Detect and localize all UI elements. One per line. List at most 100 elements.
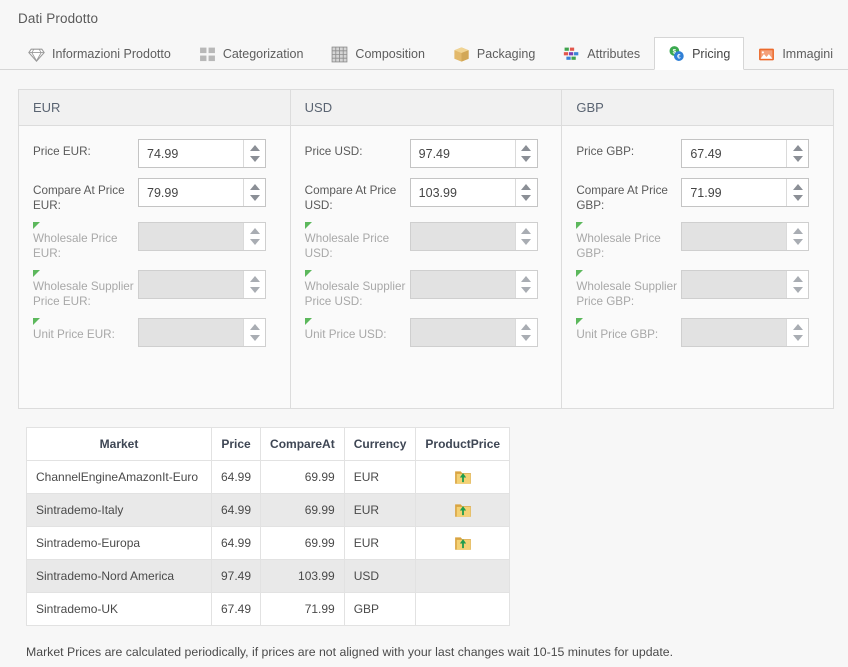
cell-product-price[interactable]: [415, 460, 511, 494]
spinner-down-icon[interactable]: [792, 195, 803, 201]
spinner-value[interactable]: 97.49: [411, 140, 515, 167]
spinner-buttons: [243, 319, 265, 346]
table-row: Sintrademo-Nord America 97.49 103.99 USD: [26, 559, 511, 593]
cell-compare-at: 69.99: [260, 493, 345, 527]
cell-currency: EUR: [343, 526, 417, 560]
spinner-up-icon: [521, 324, 532, 330]
spinner-buttons: [786, 319, 809, 346]
field-label-text: Wholesale Supplier Price EUR:: [33, 280, 134, 308]
cell-market: ChannelEngineAmazonIt-Euro: [26, 460, 212, 494]
cell-price: 97.49: [210, 559, 262, 593]
spinner-compare-at-price-usd[interactable]: 103.99: [409, 178, 538, 207]
cell-currency: EUR: [343, 460, 417, 494]
cell-price: 64.99: [210, 460, 262, 494]
inherited-flag-icon: [576, 270, 584, 277]
field-label: Price GBP:: [576, 139, 681, 160]
spinner-up-icon: [249, 228, 260, 234]
spinner-up-icon[interactable]: [249, 184, 260, 190]
spinner-down-icon: [249, 335, 260, 341]
field-label-text: Compare At Price EUR:: [33, 184, 125, 212]
spinner-buttons[interactable]: [514, 140, 537, 167]
spinner-buttons[interactable]: [786, 179, 809, 206]
panel-body: Price USD: 97.49 Compare At Price USD: 103.…: [291, 126, 562, 408]
spinner-buttons[interactable]: [514, 179, 537, 206]
cell-product-price[interactable]: [415, 493, 511, 527]
tab-attributes[interactable]: Attributes: [549, 37, 654, 70]
spinner-up-icon[interactable]: [249, 145, 260, 151]
market-table-header-row: Market Price CompareAt Currency ProductPrice: [26, 427, 511, 461]
tab-strip: Informazioni Prodotto Categorization Compo…: [0, 37, 848, 70]
spinner-value: [139, 271, 243, 298]
spinner-up-icon[interactable]: [521, 184, 532, 190]
spinner-compare-at-price-gbp[interactable]: 71.99: [681, 178, 810, 207]
spinner-unit-price-eur: [138, 318, 266, 347]
spinner-value[interactable]: 67.49: [682, 140, 786, 167]
tab-composition[interactable]: Composition: [317, 37, 438, 70]
spinner-up-icon: [792, 276, 803, 282]
spinner-down-icon[interactable]: [249, 195, 260, 201]
field-wholesale-supplier-price-gbp: Wholesale Supplier Price GBP:: [576, 270, 821, 309]
cell-market: Sintrademo-Nord America: [26, 559, 212, 593]
spinner-value[interactable]: 74.99: [139, 140, 243, 167]
tab-packaging[interactable]: Packaging: [439, 37, 549, 70]
field-label: Compare At Price GBP:: [576, 178, 681, 213]
field-wholesale-price-eur: Wholesale Price EUR:: [33, 222, 278, 261]
spinner-up-icon: [249, 324, 260, 330]
spinner-buttons: [514, 223, 537, 250]
tab-label: Pricing: [692, 46, 731, 61]
spinner-down-icon: [792, 287, 803, 293]
spinner-price-usd[interactable]: 97.49: [409, 139, 538, 168]
spinner-price-eur[interactable]: 74.99: [138, 139, 266, 168]
spinner-down-icon[interactable]: [792, 156, 803, 162]
panel-body: Price GBP: 67.49 Compare At Price GBP: 71.9…: [562, 126, 833, 408]
field-label: Compare At Price USD:: [305, 178, 410, 213]
spinner-down-icon[interactable]: [521, 195, 532, 201]
page-title: Dati Prodotto: [18, 11, 99, 26]
field-label: Compare At Price EUR:: [33, 178, 138, 213]
cell-currency: GBP: [343, 592, 417, 626]
market-table-body: ChannelEngineAmazonIt-Euro 64.99 69.99 EUR S…: [26, 460, 511, 626]
spinner-up-icon[interactable]: [521, 145, 532, 151]
cell-compare-at: 69.99: [260, 526, 345, 560]
spinner-buttons[interactable]: [243, 179, 265, 206]
table-row: Sintrademo-UK 67.49 71.99 GBP: [26, 592, 511, 626]
panel-currency-label: USD: [304, 100, 333, 115]
spinner-down-icon[interactable]: [249, 156, 260, 162]
spinner-down-icon: [521, 239, 532, 245]
spinner-up-icon[interactable]: [792, 145, 803, 151]
field-unit-price-usd: Unit Price USD:: [304, 318, 550, 348]
panel-body: Price EUR: 74.99 Compare At Price EUR: 79.9…: [19, 126, 290, 408]
spinner-wholesale-price-gbp: [681, 222, 810, 251]
tab-categorization[interactable]: Categorization: [185, 37, 318, 70]
field-label-text: Unit Price USD:: [304, 328, 387, 341]
spinner-down-icon[interactable]: [521, 156, 532, 162]
market-table-head: Market Price CompareAt Currency ProductPrice: [26, 427, 511, 461]
folder-upload-icon[interactable]: [454, 468, 472, 486]
spinner-unit-price-gbp: [681, 318, 810, 347]
folder-upload-icon[interactable]: [454, 501, 472, 519]
spinner-value[interactable]: 71.99: [682, 179, 786, 206]
spinner-up-icon[interactable]: [792, 184, 803, 190]
spinner-buttons[interactable]: [786, 140, 809, 167]
spinner-value[interactable]: 103.99: [411, 179, 515, 206]
cell-currency: USD: [343, 559, 417, 593]
cell-product-price[interactable]: [415, 526, 511, 560]
tab-pricing[interactable]: $ € Pricing: [654, 37, 745, 70]
field-label-text: Unit Price GBP:: [576, 328, 659, 341]
tab-informazioni-prodotto[interactable]: Informazioni Prodotto: [14, 37, 185, 70]
folder-upload-icon[interactable]: [454, 534, 472, 552]
field-wholesale-price-usd: Wholesale Price USD:: [304, 222, 550, 261]
tab-label: Categorization: [222, 47, 304, 61]
spinner-compare-at-price-eur[interactable]: 79.99: [138, 178, 266, 207]
field-label: Price USD:: [305, 139, 410, 160]
spinner-price-gbp[interactable]: 67.49: [681, 139, 810, 168]
cell-product-price: [415, 592, 511, 626]
tab-immagini[interactable]: Immagini: [744, 37, 847, 70]
spinner-buttons: [243, 223, 265, 250]
spinner-value: [139, 223, 243, 250]
tab-label: Packaging: [476, 47, 536, 61]
field-label: Wholesale Price USD:: [304, 222, 410, 261]
panel-header: GBP: [562, 90, 834, 126]
spinner-value[interactable]: 79.99: [139, 179, 243, 206]
spinner-buttons[interactable]: [243, 140, 265, 167]
